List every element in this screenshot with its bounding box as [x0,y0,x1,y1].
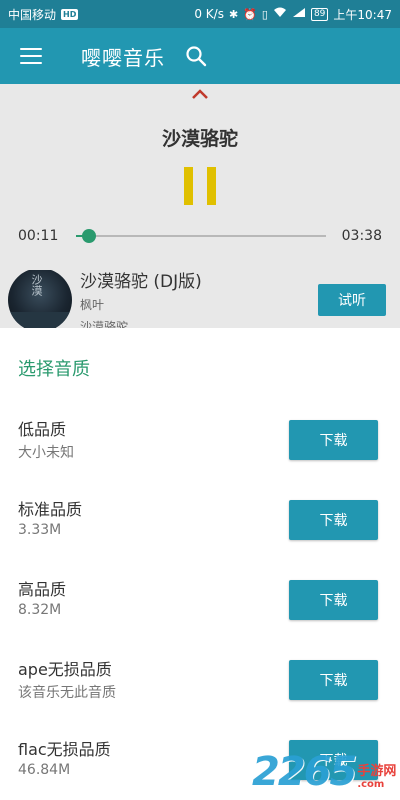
quality-name: 低品质 [18,420,67,439]
battery-icon: 89 [310,7,329,21]
watermark-number: 2265 [252,749,357,795]
chevron-up-icon[interactable] [190,86,210,102]
quality-bottom-sheet: 选择音质 低品质 大小未知 下载 标准品质 3.33M 下载 高品质 8.32M… [0,328,400,800]
progress-slider[interactable] [76,229,326,243]
song-title: 沙漠骆驼 (DJ版) [80,272,202,292]
listen-button[interactable]: 试听 [318,284,386,316]
app-title: 嘤嘤音乐 [81,45,165,70]
app-bar: 嘤嘤音乐 [0,28,400,84]
quality-size: 8.32M [18,602,62,618]
quality-name: ape无损品质 [18,660,112,679]
song-list-item[interactable]: 沙漠 沙漠骆驼 (DJ版) 枫叶 沙漠骆驼 试听 [0,270,400,328]
status-left: 中国移动 HD [8,6,79,23]
bluetooth-icon: ✱ [228,7,239,21]
current-time: 00:11 [18,228,59,244]
album-art: 沙漠 [8,270,72,328]
download-button-standard[interactable]: 下载 [289,500,378,540]
download-button-ape[interactable]: 下载 [289,660,378,700]
wifi-icon [273,7,287,21]
pause-icon[interactable] [184,167,216,205]
total-time: 03:38 [341,228,382,244]
song-album: 沙漠骆驼 [80,320,129,328]
watermark-suffix: .com [357,779,385,790]
album-art-text: 沙漠 [30,274,43,296]
quality-item-low: 低品质 大小未知 下载 [0,416,400,496]
quality-size: 46.84M [18,762,71,778]
download-button-high[interactable]: 下载 [289,580,378,620]
progress-thumb[interactable] [81,229,96,243]
search-icon[interactable] [183,43,209,69]
carrier-name: 中国移动 [8,7,57,22]
quality-item-ape: ape无损品质 该音乐无此音质 下载 [0,656,400,736]
vibrate-icon: ▯ [261,7,268,21]
hd-badge: HD [61,8,79,20]
quality-size: 大小未知 [18,445,74,461]
status-right: 0 K/s ✱ ⏰ ▯ 89 上午10:47 [194,6,392,23]
sheet-title: 选择音质 [18,359,90,380]
quality-name: 高品质 [18,580,67,599]
site-watermark: 2265 手游网 .com [252,744,396,794]
status-bar: 中国移动 HD 0 K/s ✱ ⏰ ▯ 89 上午10:47 [0,0,400,28]
watermark-side: 手游网 .com [357,760,396,790]
alarm-icon: ⏰ [243,7,257,21]
player-panel: 沙漠骆驼 00:11 03:38 [0,84,400,270]
download-button-low[interactable]: 下载 [289,420,378,460]
song-artist: 枫叶 [80,298,105,312]
quality-size: 3.33M [18,522,62,538]
now-playing-title: 沙漠骆驼 [161,128,238,150]
signal-icon [292,7,306,21]
watermark-cn: 手游网 [357,764,397,779]
clock: 上午10:47 [333,7,392,22]
quality-name: 标准品质 [18,500,83,519]
quality-name: flac无损品质 [18,740,111,759]
hamburger-menu-icon[interactable] [3,28,59,84]
network-speed: 0 K/s [194,7,224,21]
quality-size: 该音乐无此音质 [18,685,116,701]
quality-item-high: 高品质 8.32M 下载 [0,576,400,656]
quality-item-standard: 标准品质 3.33M 下载 [0,496,400,576]
